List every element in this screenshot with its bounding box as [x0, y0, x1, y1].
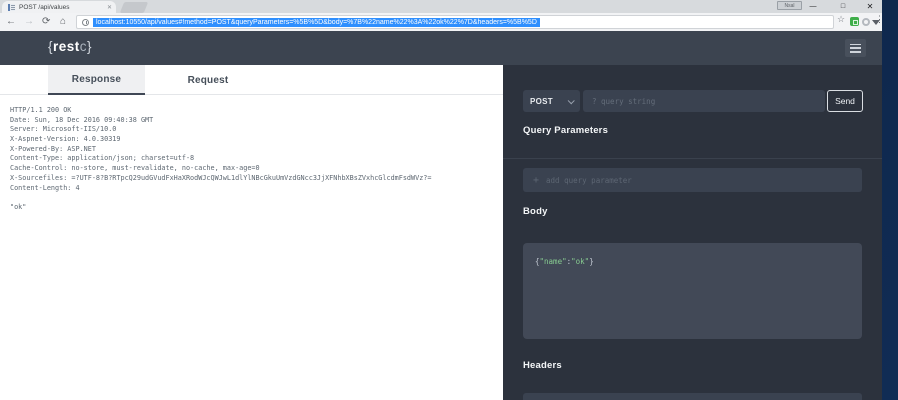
response-line: X-Aspnet-Version: 4.0.30319 [10, 135, 121, 144]
body-editor[interactable]: {"name":"ok"} [523, 243, 862, 339]
address-bar[interactable]: localhost:10550/api/values#!method=POST&… [76, 15, 834, 29]
desktop-wallpaper: POST /api/values ✕ Nsal — □ ✕ ← → ⟳ ⌂ lo… [0, 0, 898, 400]
response-line: X-Sourcefiles: =?UTF-8?B?RTpcQ29udGVudFx… [10, 173, 432, 182]
response-line: Server: Microsoft-IIS/10.0 [10, 125, 117, 134]
response-line: X-Powered-By: ASP.NET [10, 144, 96, 153]
divider [503, 158, 882, 159]
response-line: Content-Length: 4 [10, 183, 80, 192]
response-pane: Response Request HTTP/1.1 200 OK Date: S… [0, 65, 503, 400]
extension-circle-icon[interactable] [862, 18, 870, 26]
window-close-button[interactable]: ✕ [858, 0, 882, 12]
method-select[interactable]: POST [523, 90, 580, 112]
request-panel: POST Send Query Parameters + add query p… [503, 65, 882, 400]
app-tab-bar: Response Request [0, 65, 503, 95]
query-string-input[interactable] [583, 90, 825, 112]
add-query-parameter-button[interactable]: + add query parameter [523, 168, 862, 192]
add-query-parameter-label: add query parameter [546, 175, 632, 185]
response-line: HTTP/1.1 200 OK [10, 106, 72, 114]
plus-icon: + [533, 174, 540, 186]
app-logo: {restc} [48, 39, 92, 54]
logo-close-brace: } [87, 39, 93, 54]
section-title-body: Body [523, 206, 548, 217]
add-header-button[interactable] [523, 393, 862, 400]
reload-icon[interactable]: ⟳ [42, 15, 50, 29]
extension-green-icon[interactable] [850, 17, 859, 26]
url-text: localhost:10550/api/values#!method=POST&… [93, 17, 540, 27]
browser-tab-strip: POST /api/values ✕ Nsal — □ ✕ [0, 0, 882, 13]
tab-request[interactable]: Request [168, 65, 248, 95]
response-line [10, 193, 490, 203]
logo-rest: rest [53, 39, 80, 54]
browser-tab[interactable]: POST /api/values ✕ [2, 1, 116, 13]
back-icon[interactable]: ← [6, 15, 16, 29]
chevron-down-icon [567, 96, 575, 104]
tab-close-icon[interactable]: ✕ [107, 4, 112, 11]
section-title-query-parameters: Query Parameters [523, 125, 609, 136]
tab-title: POST /api/values [19, 3, 70, 11]
forward-icon: → [24, 16, 34, 27]
section-title-headers: Headers [523, 360, 562, 371]
send-button[interactable]: Send [827, 90, 863, 112]
new-tab-button[interactable] [119, 2, 149, 13]
logo-c: c [79, 39, 88, 54]
response-line: Cache-Control: no-store, must-revalidate… [10, 164, 260, 173]
response-line: Content-Type: application/json; charset=… [10, 154, 195, 163]
home-icon[interactable]: ⌂ [60, 15, 66, 29]
json-value: "ok" [571, 257, 590, 266]
app-header: {restc} [0, 31, 882, 65]
response-body: HTTP/1.1 200 OK Date: Sun, 18 Dec 2016 0… [10, 106, 490, 213]
bookmark-star-icon[interactable]: ☆ [837, 14, 845, 25]
response-line: Date: Sun, 18 Dec 2016 09:40:38 GMT [10, 115, 154, 124]
profile-badge[interactable]: Nsal [777, 1, 802, 10]
window-minimize-button[interactable]: — [800, 0, 826, 12]
json-key: "name" [539, 257, 567, 266]
method-value: POST [530, 96, 553, 106]
browser-window: POST /api/values ✕ Nsal — □ ✕ ← → ⟳ ⌂ lo… [0, 0, 884, 400]
page-info-icon[interactable] [82, 18, 89, 26]
json-close-brace: } [589, 257, 594, 266]
tab-favicon-icon [8, 3, 15, 11]
browser-menu-icon[interactable]: ⋮ [875, 14, 884, 25]
tab-response[interactable]: Response [48, 65, 145, 95]
menu-button[interactable] [845, 39, 866, 57]
response-line: "ok" [10, 202, 27, 211]
window-maximize-button[interactable]: □ [830, 0, 856, 12]
browser-toolbar: ← → ⟳ ⌂ localhost:10550/api/values#!meth… [0, 13, 884, 31]
